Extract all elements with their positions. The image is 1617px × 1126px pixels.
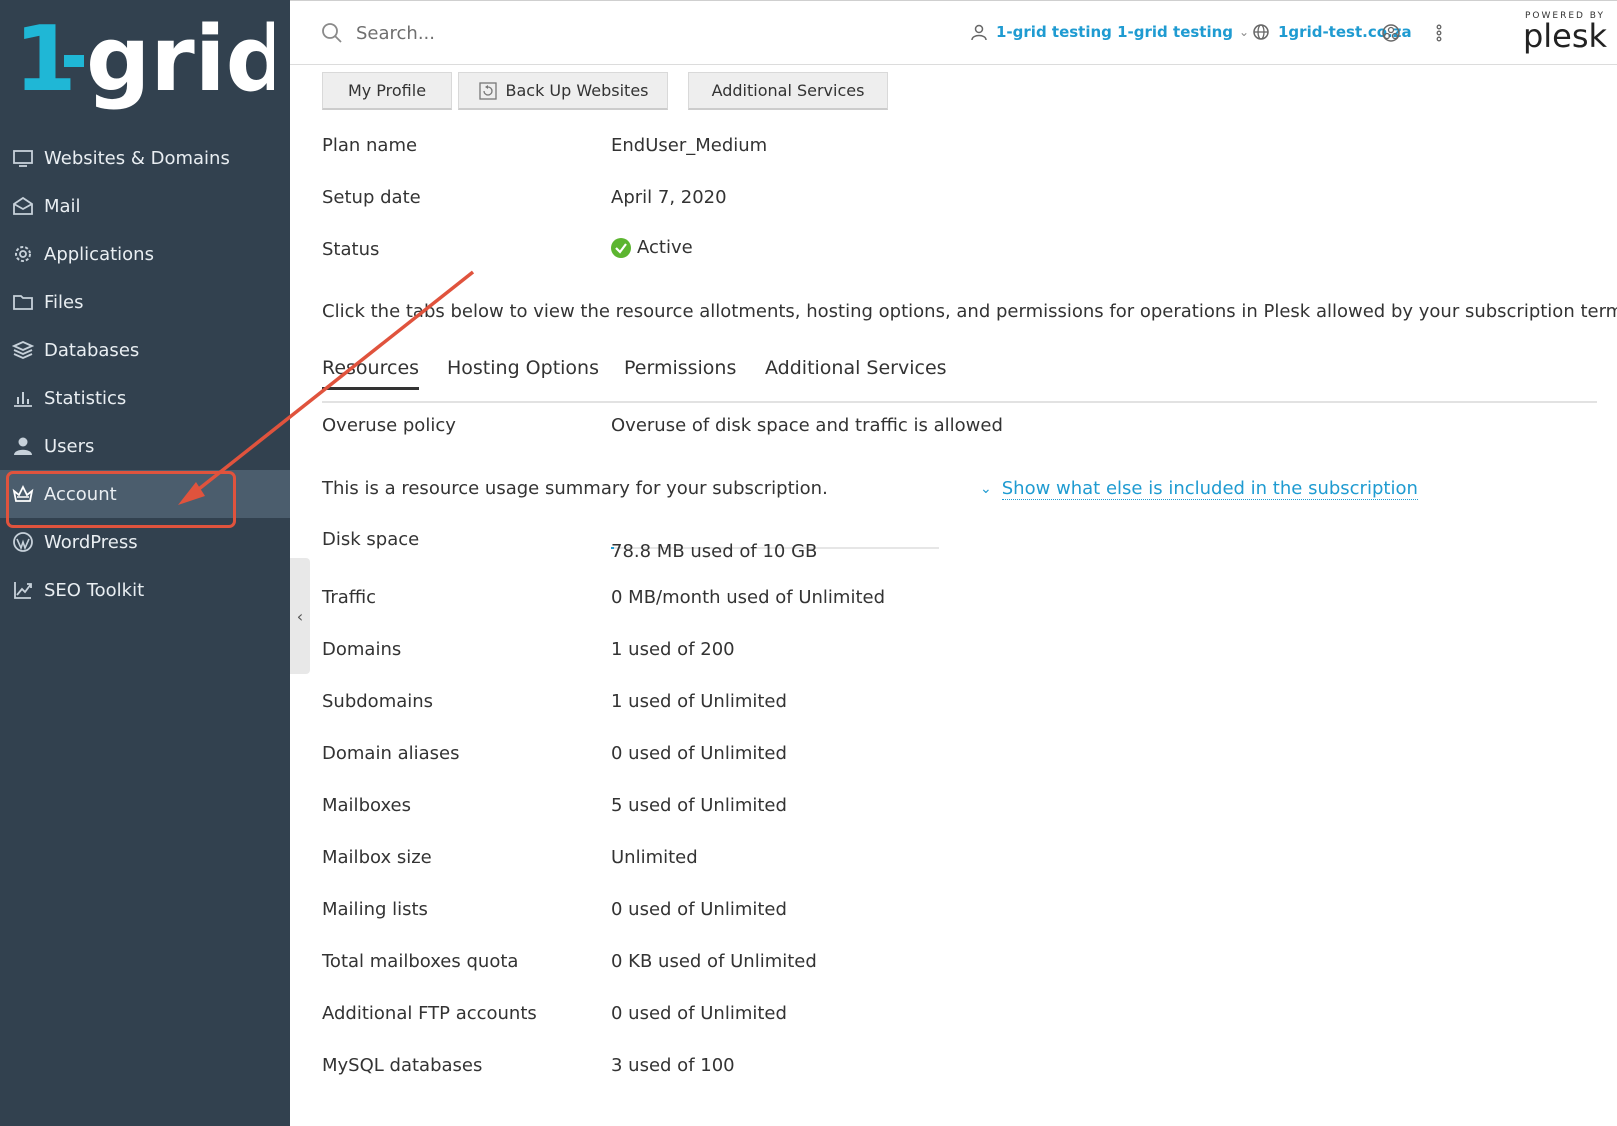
- resource-label: Mailboxes: [322, 795, 411, 816]
- sidebar-item-label: SEO Toolkit: [44, 579, 145, 601]
- resource-value: 3 used of 100: [611, 1055, 735, 1076]
- sidebar-item-users[interactable]: Users: [0, 422, 290, 470]
- resource-value: 78.8 MB used of 10 GB: [611, 541, 818, 562]
- top-header: 1-grid testing 1-grid testing ⌄ 1grid-te…: [290, 0, 1617, 65]
- status-value: Active: [611, 237, 693, 258]
- resource-label: Disk space: [322, 529, 420, 550]
- resource-value: 0 used of Unlimited: [611, 899, 787, 920]
- bar-chart-icon: [12, 387, 34, 409]
- svg-text:grid: grid: [86, 10, 274, 112]
- back-up-websites-button[interactable]: Back Up Websites: [458, 72, 668, 110]
- overuse-value: Overuse of disk space and traffic is all…: [611, 415, 1003, 436]
- community-icon[interactable]: [1380, 22, 1402, 44]
- status-text: Active: [637, 237, 693, 258]
- tab-hosting-options[interactable]: Hosting Options: [447, 353, 599, 401]
- resource-value: 0 used of Unlimited: [611, 743, 787, 764]
- plesk-wordmark: plesk: [1522, 17, 1608, 55]
- resource-label: Mailing lists: [322, 899, 428, 920]
- additional-services-label: Additional Services: [711, 81, 865, 100]
- mail-icon: [12, 195, 34, 217]
- user-outline-icon: [971, 24, 987, 41]
- back-up-websites-label: Back Up Websites: [505, 81, 649, 100]
- summary-text: This is a resource usage summary for you…: [322, 478, 828, 499]
- chevron-left-icon: ‹: [296, 606, 304, 626]
- chevron-down-icon: ⌄: [1239, 25, 1250, 39]
- sidebar-item-label: Databases: [44, 339, 140, 361]
- tab-permissions[interactable]: Permissions: [624, 353, 736, 401]
- folder-icon: [12, 291, 34, 313]
- resource-value: 5 used of Unlimited: [611, 795, 787, 816]
- backup-icon: [478, 81, 497, 100]
- additional-services-button[interactable]: Additional Services: [688, 72, 888, 110]
- plesk-logo: POWERED BY plesk: [1520, 11, 1610, 55]
- resource-value: 1 used of 200: [611, 639, 735, 660]
- sidebar-item-label: Applications: [44, 243, 154, 265]
- resource-label: Mailbox size: [322, 847, 432, 868]
- sidebar-item-label: Users: [44, 435, 95, 457]
- sidebar-item-files[interactable]: Files: [0, 278, 290, 326]
- resource-label: MySQL databases: [322, 1055, 483, 1076]
- tab-bar: Resources Hosting Options Permissions Ad…: [322, 353, 1597, 403]
- user-icon: [12, 435, 34, 457]
- sidebar-item-label: Mail: [44, 195, 81, 217]
- resource-value: 0 MB/month used of Unlimited: [611, 587, 886, 608]
- setup-date-value: April 7, 2020: [611, 187, 727, 208]
- user-menu[interactable]: 1-grid testing 1-grid testing ⌄: [970, 23, 1249, 41]
- plan-name-label: Plan name: [322, 135, 418, 156]
- show-more-label: Show what else is included in the subscr…: [1001, 478, 1418, 500]
- sidebar: 1 grid Websites & Domains Mail Applicati…: [0, 0, 290, 1126]
- resource-value: 0 KB used of Unlimited: [611, 951, 817, 972]
- resource-label: Domain aliases: [322, 743, 460, 764]
- sidebar-nav: Websites & Domains Mail Applications Fil…: [0, 134, 290, 614]
- sidebar-collapse-handle[interactable]: ‹: [290, 558, 310, 674]
- tab-resources[interactable]: Resources: [322, 353, 420, 390]
- sidebar-item-label: Files: [44, 291, 84, 313]
- intro-text: Click the tabs below to view the resourc…: [322, 301, 1617, 322]
- sidebar-item-label: WordPress: [44, 531, 138, 553]
- globe-icon: [1253, 24, 1269, 40]
- check-circle-icon: [611, 237, 631, 258]
- show-more-link[interactable]: ⌄ Show what else is included in the subs…: [980, 478, 1418, 500]
- resource-label: Domains: [322, 639, 402, 660]
- tab-additional-services[interactable]: Additional Services: [765, 353, 947, 401]
- sidebar-item-websites-domains[interactable]: Websites & Domains: [0, 134, 290, 182]
- brand-logo[interactable]: 1 grid: [14, 10, 274, 125]
- user-menu-label: 1-grid testing 1-grid testing: [996, 23, 1234, 41]
- gear-icon: [12, 243, 34, 265]
- sidebar-item-applications[interactable]: Applications: [0, 230, 290, 278]
- toolbar: My Profile Back Up Websites Additional S…: [322, 72, 894, 110]
- search-input[interactable]: [354, 21, 658, 45]
- resource-value: 0 used of Unlimited: [611, 1003, 787, 1024]
- setup-date-label: Setup date: [322, 187, 421, 208]
- wordpress-icon: [12, 531, 34, 553]
- resource-label: Additional FTP accounts: [322, 1003, 537, 1024]
- my-profile-label: My Profile: [347, 81, 427, 100]
- seo-chart-icon: [12, 579, 34, 601]
- plan-name-value: EndUser_Medium: [611, 135, 768, 156]
- resource-label: Total mailboxes quota: [322, 951, 519, 972]
- sidebar-item-label: Websites & Domains: [44, 147, 230, 169]
- resource-label: Subdomains: [322, 691, 434, 712]
- resource-value: Unlimited: [611, 847, 698, 868]
- database-icon: [12, 339, 34, 361]
- sidebar-item-seo-toolkit[interactable]: SEO Toolkit: [0, 566, 290, 614]
- overuse-label: Overuse policy: [322, 415, 456, 436]
- search-box: [320, 21, 658, 45]
- sidebar-item-statistics[interactable]: Statistics: [0, 374, 290, 422]
- sidebar-item-mail[interactable]: Mail: [0, 182, 290, 230]
- search-icon: [322, 23, 342, 43]
- monitor-icon: [12, 147, 34, 169]
- chevron-down-icon: ⌄: [980, 481, 992, 497]
- resource-value: 1 used of Unlimited: [611, 691, 787, 712]
- more-vertical-icon[interactable]: [1428, 22, 1450, 44]
- annotation-highlight-box: [6, 471, 236, 528]
- resource-label: Traffic: [322, 587, 377, 608]
- status-label: Status: [322, 239, 380, 260]
- sidebar-item-databases[interactable]: Databases: [0, 326, 290, 374]
- my-profile-button[interactable]: My Profile: [322, 72, 452, 110]
- sidebar-item-label: Statistics: [44, 387, 127, 409]
